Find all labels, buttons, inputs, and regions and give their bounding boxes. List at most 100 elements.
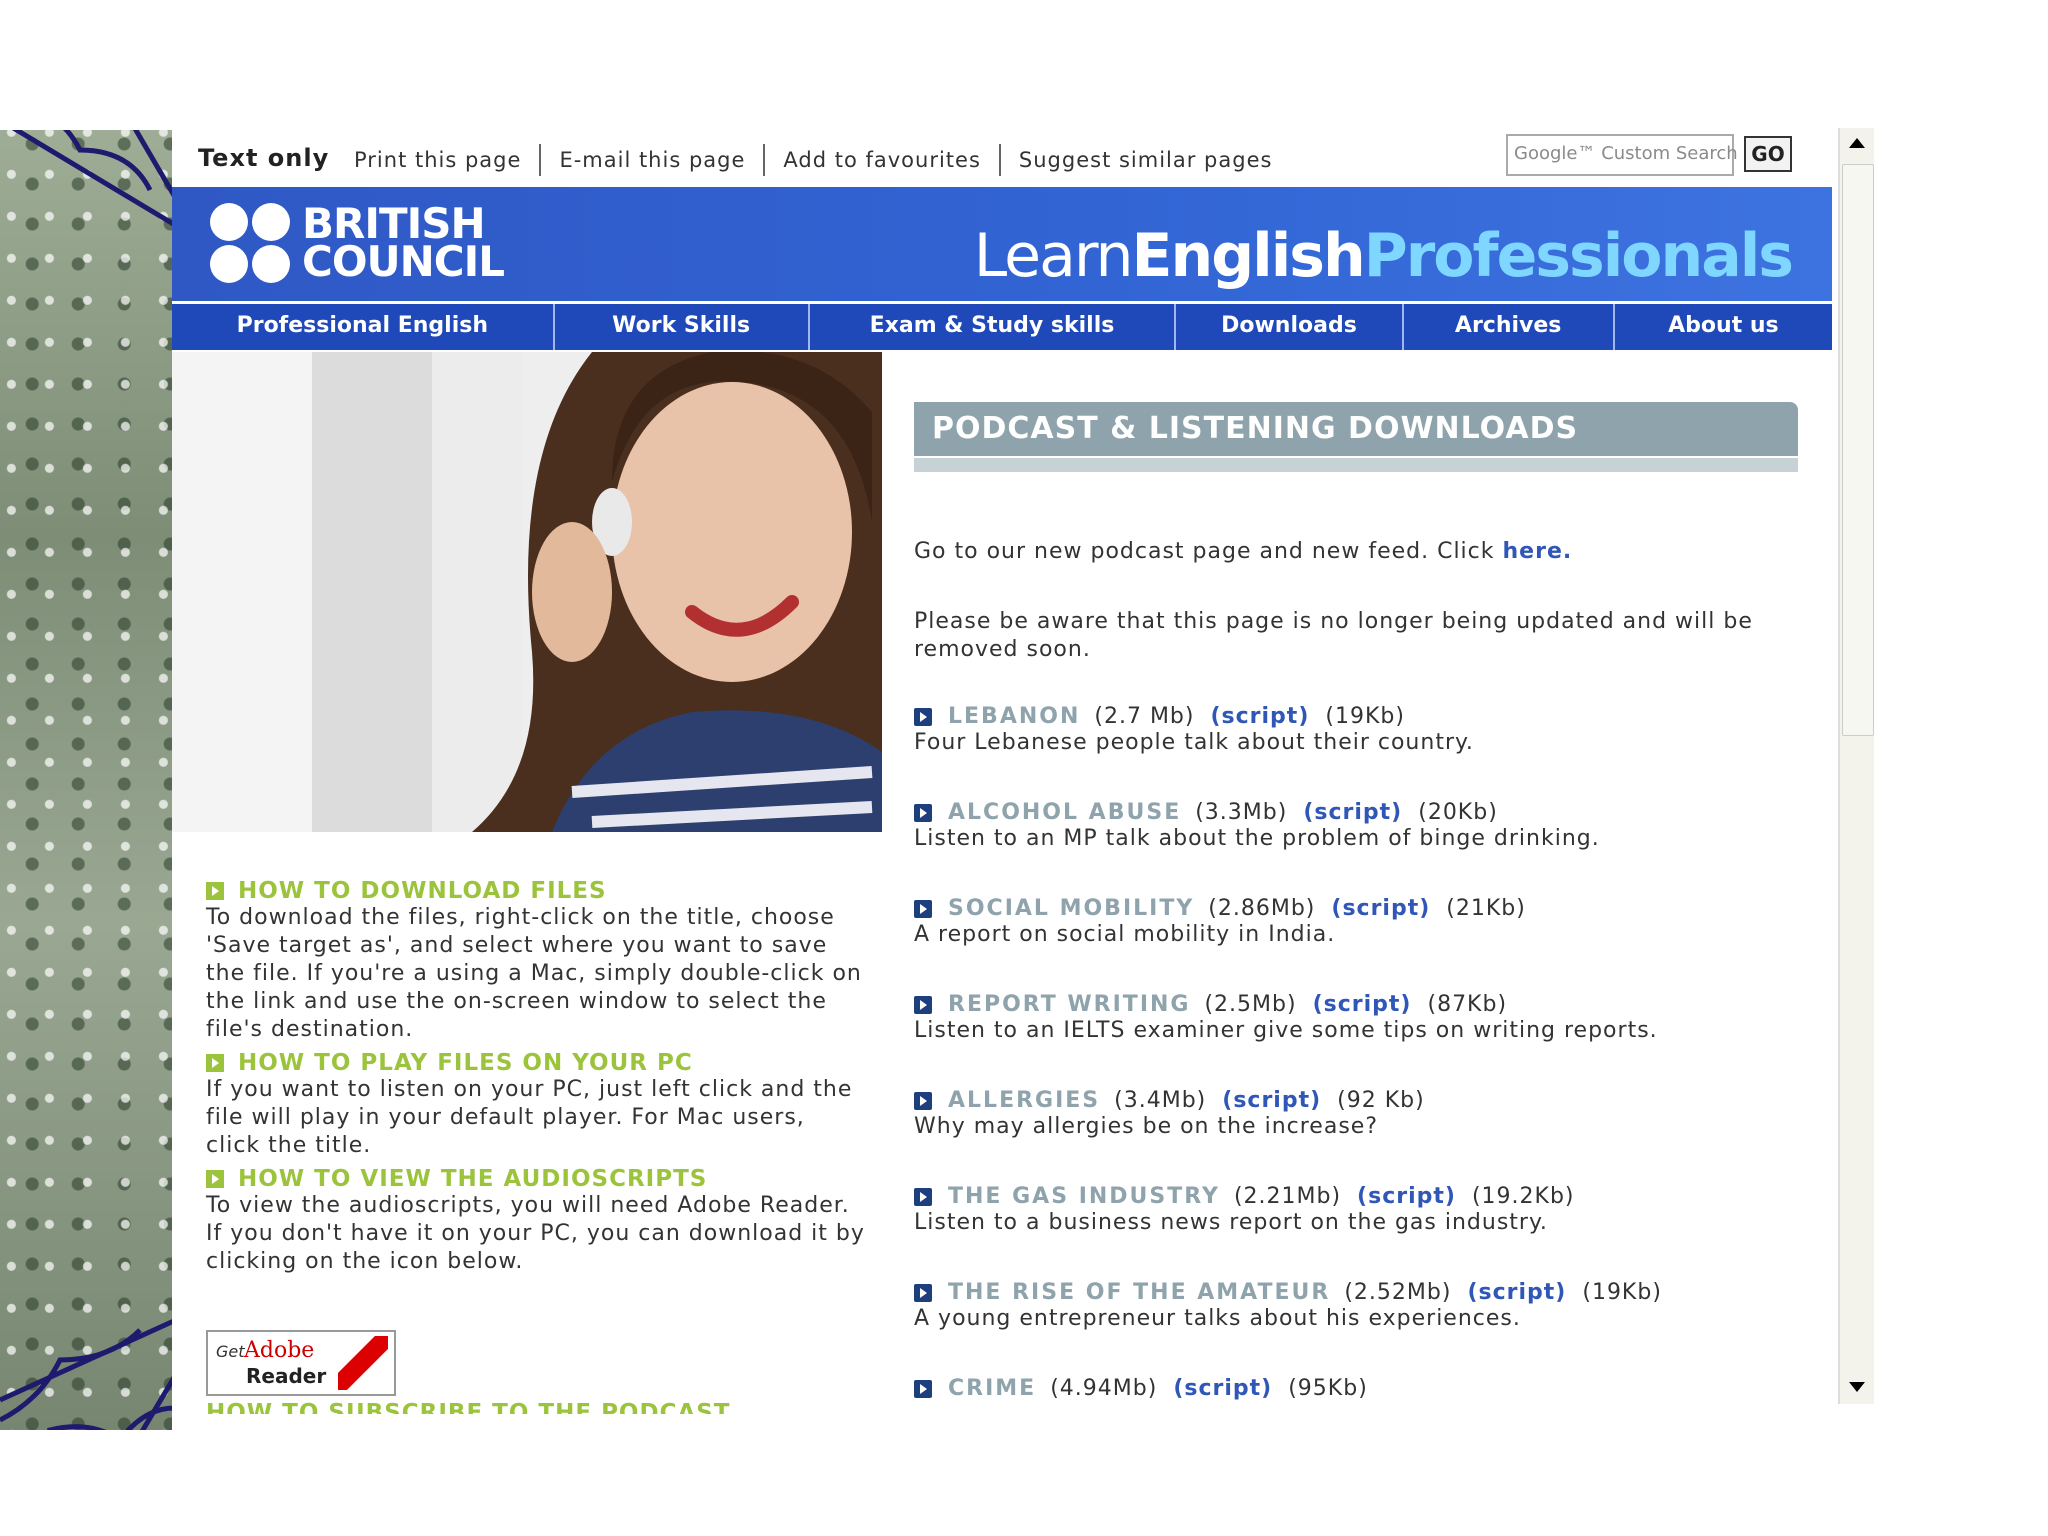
nav-exam-study-skills[interactable]: Exam & Study skills: [810, 304, 1177, 350]
list-item: THE RISE OF THE AMATEUR (2.52Mb) (script) (…: [914, 1280, 1814, 1376]
script-size: (19Kb): [1325, 704, 1405, 729]
list-item: ALLERGIES (3.4Mb) (script) (92 Kb) Why may …: [914, 1088, 1814, 1184]
add-favourites-link[interactable]: Add to favourites: [765, 144, 1001, 176]
help-download: HOW TO DOWNLOAD FILES To download the fi…: [206, 878, 866, 1044]
download-title-link[interactable]: THE GAS INDUSTRY: [948, 1184, 1220, 1209]
script-link[interactable]: (script): [1222, 1088, 1321, 1113]
email-page-link[interactable]: E-mail this page: [541, 144, 766, 176]
download-list: LEBANON (2.7 Mb) (script) (19Kb) Four Leban…: [914, 704, 1814, 1430]
search-placeholder: Google™ Custom Search: [1514, 143, 1738, 164]
nav-work-skills[interactable]: Work Skills: [555, 304, 810, 350]
list-item: ALCOHOL ABUSE (3.3Mb) (script) (20Kb) Liste…: [914, 800, 1814, 896]
file-size: (4.94Mb): [1050, 1376, 1158, 1401]
arrow-right-icon: [206, 1054, 224, 1072]
notice-text: Please be aware that this page is no lon…: [914, 609, 1753, 662]
download-title-link[interactable]: REPORT WRITING: [948, 992, 1190, 1017]
nav-archives[interactable]: Archives: [1404, 304, 1615, 350]
script-size: (19Kb): [1582, 1280, 1662, 1305]
arrow-right-icon: [206, 1170, 224, 1188]
file-size: (3.3Mb): [1195, 800, 1288, 825]
text-only-link[interactable]: Text only: [198, 144, 329, 172]
download-title-link[interactable]: THE RISE OF THE AMATEUR: [948, 1280, 1330, 1305]
list-item: THE GAS INDUSTRY (2.21Mb) (script) (19.2Kb)…: [914, 1184, 1814, 1280]
file-size: (2.86Mb): [1208, 896, 1316, 921]
utility-bar: Text only Print this page E-mail this pa…: [172, 130, 1832, 186]
script-size: (21Kb): [1446, 896, 1526, 921]
photo-illustration: [172, 352, 882, 832]
top-margin: [0, 0, 2048, 130]
script-size: (87Kb): [1427, 992, 1508, 1017]
help-title[interactable]: HOW TO DOWNLOAD FILES: [238, 878, 607, 904]
nav-downloads[interactable]: Downloads: [1176, 304, 1404, 350]
scroll-up-icon[interactable]: [1840, 128, 1874, 162]
main-nav: Professional English Work Skills Exam & …: [172, 302, 1832, 350]
script-size: (19.2Kb): [1471, 1184, 1575, 1209]
arrow-right-icon: [914, 803, 932, 822]
arrow-right-icon: [914, 1091, 932, 1110]
download-description: A report on social mobility in India.: [914, 922, 1336, 947]
subscribe-podcast-heading[interactable]: HOW TO SUBSCRIBE TO THE PODCAST: [206, 1400, 731, 1414]
nav-professional-english[interactable]: Professional English: [172, 304, 555, 350]
script-link[interactable]: (script): [1210, 704, 1309, 729]
page-title: PODCAST & LISTENING DOWNLOADS: [914, 402, 1798, 456]
script-size: (92 Kb): [1337, 1088, 1425, 1113]
bottom-margin: [0, 1430, 2048, 1536]
adobe-get-text: Get: [216, 1342, 245, 1361]
help-title[interactable]: HOW TO VIEW THE AUDIOSCRIPTS: [238, 1166, 707, 1192]
download-title-link[interactable]: SOCIAL MOBILITY: [948, 896, 1194, 921]
download-title-link[interactable]: ALCOHOL ABUSE: [948, 800, 1181, 825]
script-link[interactable]: (script): [1467, 1280, 1566, 1305]
arrow-right-icon: [914, 1283, 932, 1302]
suggest-pages-link[interactable]: Suggest similar pages: [1001, 144, 1291, 176]
get-adobe-reader-button[interactable]: Get Adobe Reader: [206, 1330, 396, 1396]
script-link[interactable]: (script): [1173, 1376, 1272, 1401]
download-description: Why may allergies be on the increase?: [914, 1114, 1378, 1139]
title-underline: [914, 458, 1798, 472]
arrow-right-icon: [914, 1379, 932, 1398]
arrow-right-icon: [914, 995, 932, 1014]
site-title: LearnEnglishProfessionals: [973, 221, 1794, 291]
list-item: REPORT WRITING (2.5Mb) (script) (87Kb) List…: [914, 992, 1814, 1088]
intro-text: Go to our new podcast page and new feed.…: [914, 539, 1573, 564]
file-size: (2.21Mb): [1233, 1184, 1342, 1209]
nav-about-us[interactable]: About us: [1615, 304, 1832, 350]
arrow-right-icon: [914, 899, 932, 918]
script-link[interactable]: (script): [1313, 992, 1412, 1017]
file-size: (2.52Mb): [1344, 1280, 1452, 1305]
download-description: A young entrepreneur talks about his exp…: [914, 1306, 1521, 1331]
utility-links: Print this page E-mail this page Add to …: [354, 144, 1290, 176]
script-size: (95Kb): [1288, 1376, 1368, 1401]
script-link[interactable]: (script): [1303, 800, 1402, 825]
vertical-scrollbar[interactable]: [1838, 128, 1874, 1404]
adobe-logo-icon: [338, 1336, 388, 1390]
arrow-right-icon: [206, 882, 224, 900]
go-button[interactable]: GO: [1744, 136, 1792, 172]
script-link[interactable]: (script): [1331, 896, 1430, 921]
browser-page: Text only Print this page E-mail this pa…: [172, 130, 1872, 1430]
download-title-link[interactable]: ALLERGIES: [948, 1088, 1100, 1113]
print-page-link[interactable]: Print this page: [354, 144, 542, 176]
adobe-reader-text: Reader: [246, 1364, 327, 1388]
scroll-down-icon[interactable]: [1840, 1370, 1874, 1404]
download-description: Four Lebanese people talk about their co…: [914, 730, 1474, 755]
download-description: Listen to an MP talk about the problem o…: [914, 826, 1600, 851]
list-item: SOCIAL MOBILITY (2.86Mb) (script) (21Kb) A …: [914, 896, 1814, 992]
help-title[interactable]: HOW TO PLAY FILES ON YOUR PC: [238, 1050, 693, 1076]
logo-dots-icon: [210, 203, 290, 283]
download-description: Listen to an IELTS examiner give some ti…: [914, 1018, 1658, 1043]
arrow-right-icon: [914, 707, 932, 726]
help-play: HOW TO PLAY FILES ON YOUR PC If you want…: [206, 1050, 866, 1160]
scroll-thumb[interactable]: [1842, 164, 1874, 736]
search-input[interactable]: Google™ Custom Search: [1506, 134, 1738, 176]
header-banner: BRITISH COUNCIL LearnEnglishProfessional…: [172, 187, 1832, 301]
script-link[interactable]: (script): [1357, 1184, 1456, 1209]
help-text: If you want to listen on your PC, just l…: [206, 1077, 853, 1158]
arrow-right-icon: [914, 1187, 932, 1206]
file-size: (3.4Mb): [1114, 1088, 1207, 1113]
download-title-link[interactable]: CRIME: [948, 1376, 1036, 1401]
file-size: (2.5Mb): [1204, 992, 1297, 1017]
download-title-link[interactable]: LEBANON: [948, 704, 1080, 729]
file-size: (2.7 Mb): [1094, 704, 1195, 729]
woman-headphones-photo: [172, 352, 882, 832]
here-link[interactable]: here.: [1503, 539, 1573, 564]
